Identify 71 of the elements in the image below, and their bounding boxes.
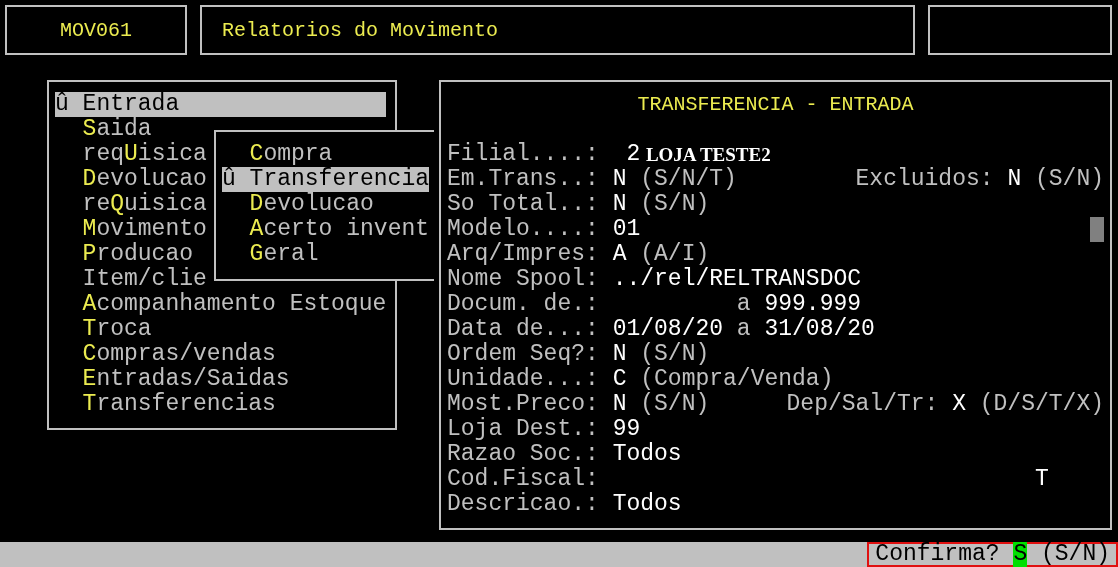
field-label: Unidade...:: [447, 367, 600, 392]
field-value: 31/08/20: [764, 317, 875, 342]
field-value: N: [612, 167, 627, 192]
field-label: Arq/Impres:: [447, 242, 600, 267]
field-label: Filial....:: [447, 142, 600, 167]
field-value: 99: [612, 417, 641, 442]
form-title: TRANSFERENCIA - ENTRADA: [636, 92, 915, 117]
field-label: Loja Dest.:: [447, 417, 600, 442]
field-label: So Total..:: [447, 192, 600, 217]
menu-item[interactable]: û Transferencia: [222, 167, 430, 192]
field-hint: (S/N): [640, 392, 710, 417]
menu-item[interactable]: reQuisica: [55, 192, 207, 217]
store-name: LOJA TESTE2: [645, 143, 771, 167]
field-label: Ordem Seq?:: [447, 342, 600, 367]
field-label: Data de...:: [447, 317, 600, 342]
menu-item[interactable]: Acompanhamento Estoque: [55, 292, 387, 317]
field-label: Dep/Sal/Tr:: [786, 392, 939, 417]
field-label: Razao Soc.:: [447, 442, 600, 467]
menu-item[interactable]: Devolucao: [55, 167, 207, 192]
field-value: ../rel/RELTRANSDOC: [612, 267, 862, 292]
field-value: Todos: [612, 492, 682, 517]
field-value: X: [952, 392, 966, 417]
screen-title: Relatorios do Movimento: [222, 17, 499, 43]
menu-item[interactable]: Devolucao: [222, 192, 374, 217]
menu-item[interactable]: Compra: [222, 142, 333, 167]
field-label: Docum. de.:: [447, 292, 600, 317]
menu-item[interactable]: Item/clie: [55, 267, 207, 292]
field-hint: (S/N): [1041, 542, 1110, 567]
field-hint: (S/N): [640, 342, 710, 367]
scrollbar-thumb: [1090, 217, 1104, 242]
program-code: MOV061: [60, 17, 132, 43]
field-value: 01/08/20: [612, 317, 724, 342]
field-value: 01: [612, 217, 641, 242]
field-value: N: [612, 342, 627, 367]
field-label: Most.Preco:: [447, 392, 600, 417]
field-value: T: [1035, 467, 1049, 492]
range-separator: a: [736, 292, 751, 317]
field-value: C: [612, 367, 627, 392]
field-label: Modelo....:: [447, 217, 600, 242]
field-hint: (A/I): [640, 242, 710, 267]
menu-item[interactable]: Compras/vendas: [55, 342, 276, 367]
menu-item[interactable]: Troca: [55, 317, 152, 342]
menu-item[interactable]: Entradas/Saidas: [55, 367, 290, 392]
field-label: Descricao.:: [447, 492, 600, 517]
menu-item[interactable]: Geral: [222, 242, 319, 267]
menu-item[interactable]: Transferencias: [55, 392, 276, 417]
field-hint: (Compra/Venda): [640, 367, 834, 392]
field-value: A: [612, 242, 627, 267]
menu-item[interactable]: reqUisica: [55, 142, 207, 167]
field-hint: (D/S/T/X): [979, 392, 1104, 417]
menu-item[interactable]: Movimento: [55, 217, 207, 242]
field-value: N: [1007, 167, 1022, 192]
menu-item[interactable]: Saida: [55, 117, 152, 142]
field-label: Em.Trans..:: [447, 167, 600, 192]
menu-item[interactable]: Acerto invent: [222, 217, 430, 242]
answer-field[interactable]: S: [1013, 542, 1028, 567]
field-value: 2: [625, 142, 641, 167]
menu-item[interactable]: û Entrada: [55, 92, 387, 117]
field-hint: (S/N): [640, 192, 710, 217]
field-hint: (S/N): [1035, 167, 1104, 192]
field-value: N: [612, 392, 627, 417]
field-hint: (S/N/T): [640, 167, 737, 192]
menu-item[interactable]: Producao: [55, 242, 194, 267]
field-label: Cod.Fiscal:: [447, 467, 600, 492]
field-label: Excluidos:: [855, 167, 994, 192]
field-label: Nome Spool:: [447, 267, 600, 292]
field-value: Todos: [612, 442, 682, 467]
prompt-label: Confirma?: [875, 542, 1000, 567]
field-value: 999.999: [764, 292, 862, 317]
field-value: N: [612, 192, 627, 217]
range-separator: a: [736, 317, 751, 342]
